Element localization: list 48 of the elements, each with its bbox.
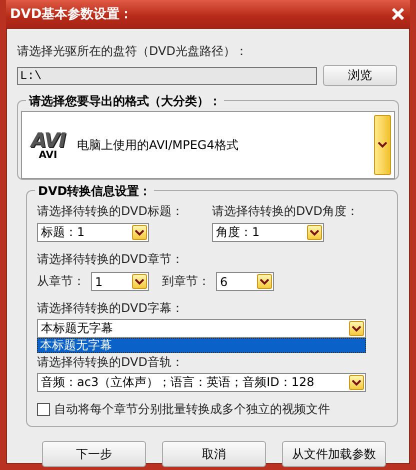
chevron-down-icon (260, 278, 269, 284)
dropdown-button[interactable] (349, 321, 364, 336)
group-legend: DVD转换信息设置： (35, 183, 154, 200)
chevron-down-icon (352, 326, 361, 332)
drive-path-field[interactable]: L:\ (17, 66, 317, 84)
chapter-label: 请选择待转换的DVD章节： (37, 251, 184, 268)
select-value: 1 (95, 274, 104, 288)
dropdown-button[interactable] (307, 225, 322, 240)
select-value: 本标题无字幕 (41, 320, 114, 337)
group-legend: 请选择您要导出的格式（大分类）： (26, 93, 224, 110)
subtitle-label: 请选择待转换的DVD字幕： (37, 300, 184, 317)
to-chapter-label: 到章节： (162, 273, 211, 290)
checkbox-label: 自动将每个章节分别批量转换成多个独立的视频文件 (54, 401, 330, 418)
dropdown-select[interactable]: 标题：1 (37, 223, 149, 242)
dropdown-select[interactable]: 角度：1 (212, 223, 324, 242)
audio-label: 请选择待转换的DVD音轨： (37, 354, 184, 371)
dialog-button[interactable]: 取消 (162, 441, 266, 467)
select-value: 6 (220, 274, 229, 288)
dropdown-select[interactable]: 1 (91, 272, 149, 291)
format-selector[interactable]: AVI AVI 电脑上使用的AVI/MPEG4格式 (21, 111, 395, 179)
drive-label: 请选择光驱所在的盘符（DVD光盘路径）： (17, 43, 248, 60)
dropdown-select[interactable]: 本标题无字幕 (37, 319, 366, 338)
window-title: DVD基本参数设置： (10, 6, 133, 23)
dropdown-select[interactable]: 音频：ac3（立体声）；语言：英语；音频ID：128 (37, 373, 366, 392)
dropdown-button[interactable] (132, 274, 147, 289)
dialog-button[interactable]: 下一步 (42, 441, 146, 467)
angle-label: 请选择待转换的DVD角度： (212, 203, 360, 220)
title-label: 请选择待转换的DVD标题： (37, 203, 184, 220)
dialog-button[interactable]: 从文件加载参数 (282, 441, 386, 467)
chevron-down-icon (310, 230, 319, 236)
select-value: 音频：ac3（立体声）；语言：英语；音频ID：128 (41, 374, 316, 391)
from-chapter-label: 从章节： (37, 273, 86, 290)
browse-button[interactable]: 浏览 (323, 65, 397, 86)
select-value: 角度：1 (216, 224, 261, 241)
chevron-down-icon (135, 278, 144, 284)
format-value: 电脑上使用的AVI/MPEG4格式 (77, 136, 238, 154)
select-value: 标题：1 (41, 224, 86, 241)
dropdown-option[interactable]: 本标题无字幕 (37, 338, 366, 353)
dropdown-select[interactable]: 6 (216, 272, 274, 291)
avi-logo-icon: AVI AVI (25, 130, 71, 160)
dropdown-button[interactable] (132, 225, 147, 240)
chevron-down-icon (378, 142, 387, 148)
chevron-down-icon (352, 380, 361, 386)
chevron-down-icon (135, 230, 144, 236)
dropdown-button[interactable] (349, 375, 364, 390)
checkbox[interactable] (37, 403, 50, 416)
dropdown-button[interactable] (257, 274, 272, 289)
close-icon[interactable] (392, 8, 404, 20)
